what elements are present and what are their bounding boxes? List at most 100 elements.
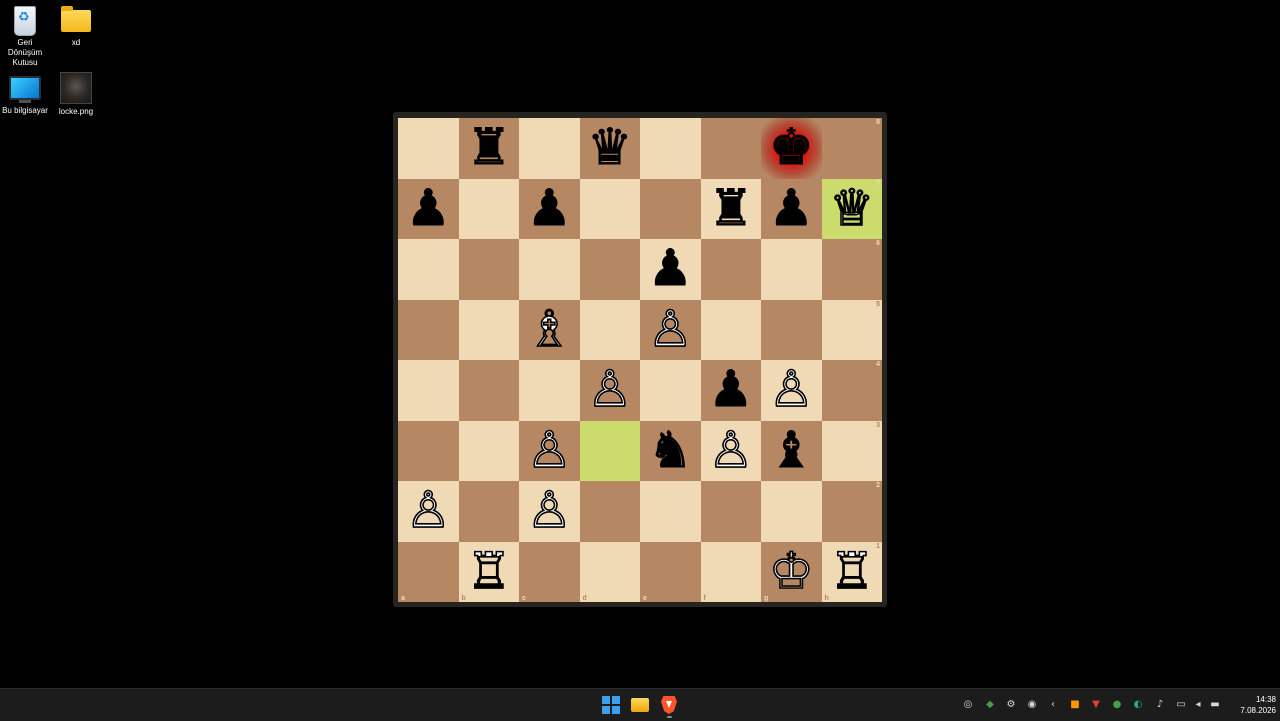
- black-pawn-piece[interactable]: ♟: [768, 182, 814, 233]
- desktop-icon-recycle-bin[interactable]: Geri Dönüşüm Kutusu: [0, 6, 50, 68]
- square-g5[interactable]: [761, 299, 822, 360]
- square-a5[interactable]: [398, 299, 459, 360]
- square-h8[interactable]: 8: [821, 118, 882, 179]
- square-g7[interactable]: ♟: [761, 178, 822, 239]
- chess-board[interactable]: ♜ ♛ ♚ 8 ♟ ♟ ♜ ♟ ♕ 7 ♟ 6 ♗ ♙ 5 ♙ ♟ ♙ 4 ♙ ♞ ♙ ♝ 3 ♙ ♙ 2 a ♖ b c d e f ♔ g ♖ 1 h: [398, 118, 882, 602]
- black-knight-piece[interactable]: ♞: [647, 424, 693, 475]
- square-b4[interactable]: [458, 360, 519, 421]
- white-pawn-piece[interactable]: ♙: [647, 303, 693, 355]
- black-king-piece[interactable]: ♚: [768, 122, 814, 173]
- square-e4[interactable]: [640, 360, 701, 421]
- app-icon[interactable]: ●: [1110, 698, 1124, 712]
- square-c5[interactable]: ♗: [519, 299, 580, 360]
- square-h3[interactable]: 3: [821, 420, 882, 481]
- nvidia-icon[interactable]: ◎: [961, 698, 975, 712]
- square-d2[interactable]: [579, 481, 640, 542]
- black-pawn-piece[interactable]: ♟: [708, 364, 754, 415]
- square-d5[interactable]: [579, 299, 640, 360]
- square-e2[interactable]: [640, 481, 701, 542]
- square-e7[interactable]: [640, 178, 701, 239]
- square-c3[interactable]: ♙: [519, 420, 580, 481]
- windows-start-icon[interactable]: [602, 696, 620, 714]
- edge-icon[interactable]: ◐: [1131, 698, 1145, 712]
- white-rook-piece[interactable]: ♖: [829, 545, 875, 597]
- settings-icon[interactable]: ⚙: [1004, 698, 1018, 712]
- white-bishop-piece[interactable]: ♗: [526, 303, 572, 355]
- square-a2[interactable]: ♙: [398, 481, 459, 542]
- brave-browser-icon[interactable]: [661, 696, 677, 714]
- square-h2[interactable]: 2: [821, 481, 882, 542]
- white-pawn-piece[interactable]: ♙: [405, 484, 451, 536]
- square-c1[interactable]: c: [519, 541, 580, 602]
- square-e8[interactable]: [640, 118, 701, 179]
- square-b5[interactable]: [458, 299, 519, 360]
- square-h4[interactable]: 4: [821, 360, 882, 421]
- square-b2[interactable]: [458, 481, 519, 542]
- square-c7[interactable]: ♟: [519, 178, 580, 239]
- desktop-icon-xd-folder[interactable]: xd: [51, 6, 101, 48]
- square-b3[interactable]: [458, 420, 519, 481]
- square-a1[interactable]: a: [398, 541, 459, 602]
- chevron-left-icon[interactable]: ‹: [1046, 698, 1060, 712]
- square-f7[interactable]: ♜: [700, 178, 761, 239]
- square-d6[interactable]: [579, 239, 640, 300]
- square-g3[interactable]: ♝: [761, 420, 822, 481]
- desktop-icon-this-pc[interactable]: Bu bilgisayar: [0, 72, 50, 116]
- white-king-piece[interactable]: ♔: [768, 545, 814, 597]
- square-e3[interactable]: ♞: [640, 420, 701, 481]
- discord-icon[interactable]: ◉: [1025, 698, 1039, 712]
- square-g8[interactable]: ♚: [761, 118, 822, 179]
- square-h7[interactable]: ♕ 7: [821, 178, 882, 239]
- desktop-icon-locke-png[interactable]: locke.png: [51, 72, 101, 117]
- white-pawn-piece[interactable]: ♙: [768, 363, 814, 415]
- square-d4[interactable]: ♙: [579, 360, 640, 421]
- white-pawn-piece[interactable]: ♙: [526, 424, 572, 476]
- square-h5[interactable]: 5: [821, 299, 882, 360]
- black-pawn-piece[interactable]: ♟: [526, 182, 572, 233]
- network-icon[interactable]: ▭: [1174, 698, 1188, 712]
- square-b8[interactable]: ♜: [458, 118, 519, 179]
- square-f2[interactable]: [700, 481, 761, 542]
- square-c6[interactable]: [519, 239, 580, 300]
- white-pawn-piece[interactable]: ♙: [526, 484, 572, 536]
- white-queen-piece[interactable]: ♕: [829, 182, 875, 234]
- square-h6[interactable]: 6: [821, 239, 882, 300]
- white-pawn-piece[interactable]: ♙: [708, 424, 754, 476]
- square-d1[interactable]: d: [579, 541, 640, 602]
- battery-icon[interactable]: ▬: [1208, 698, 1222, 712]
- square-a8[interactable]: [398, 118, 459, 179]
- clock[interactable]: 14:38 7.08.2026: [1228, 694, 1276, 716]
- square-e1[interactable]: e: [640, 541, 701, 602]
- square-a4[interactable]: [398, 360, 459, 421]
- square-h1[interactable]: ♖ 1 h: [821, 541, 882, 602]
- square-a3[interactable]: [398, 420, 459, 481]
- square-f8[interactable]: [700, 118, 761, 179]
- square-a7[interactable]: ♟: [398, 178, 459, 239]
- square-b1[interactable]: ♖ b: [458, 541, 519, 602]
- square-e5[interactable]: ♙: [640, 299, 701, 360]
- file-explorer-icon[interactable]: [631, 698, 649, 712]
- app-icon[interactable]: ▼: [1089, 698, 1103, 712]
- shield-icon[interactable]: ◆: [983, 698, 997, 712]
- square-a6[interactable]: [398, 239, 459, 300]
- black-queen-piece[interactable]: ♛: [587, 122, 633, 173]
- black-rook-piece[interactable]: ♜: [466, 122, 512, 173]
- black-pawn-piece[interactable]: ♟: [405, 182, 451, 233]
- black-bishop-piece[interactable]: ♝: [768, 424, 814, 475]
- square-d8[interactable]: ♛: [579, 118, 640, 179]
- square-f3[interactable]: ♙: [700, 420, 761, 481]
- square-g2[interactable]: [761, 481, 822, 542]
- square-g1[interactable]: ♔ g: [761, 541, 822, 602]
- square-g6[interactable]: [761, 239, 822, 300]
- square-g4[interactable]: ♙: [761, 360, 822, 421]
- square-c8[interactable]: [519, 118, 580, 179]
- square-b7[interactable]: [458, 178, 519, 239]
- black-rook-piece[interactable]: ♜: [708, 182, 754, 233]
- square-f1[interactable]: f: [700, 541, 761, 602]
- black-pawn-piece[interactable]: ♟: [647, 243, 693, 294]
- square-c2[interactable]: ♙: [519, 481, 580, 542]
- square-f4[interactable]: ♟: [700, 360, 761, 421]
- square-f6[interactable]: [700, 239, 761, 300]
- square-f5[interactable]: [700, 299, 761, 360]
- app-icon[interactable]: ■: [1068, 698, 1082, 712]
